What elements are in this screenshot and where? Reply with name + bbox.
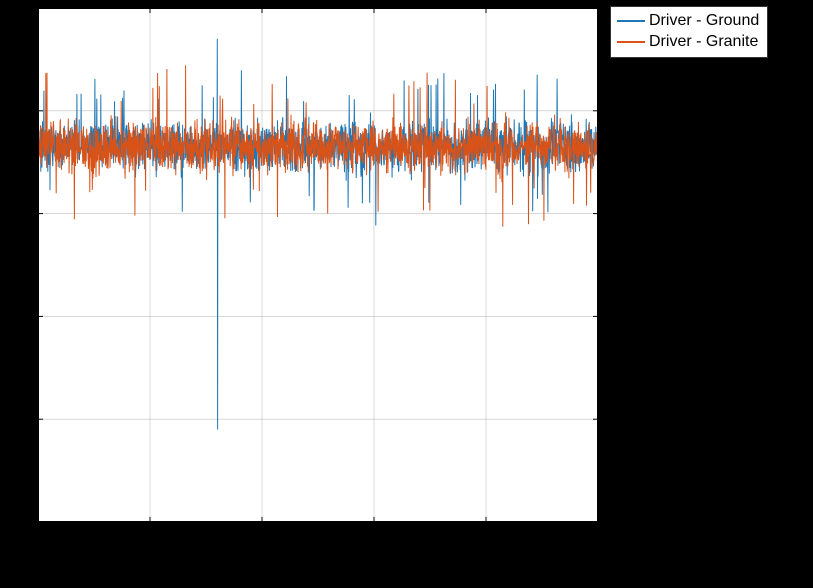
legend-entry: Driver - Ground <box>617 11 759 32</box>
series-line <box>38 39 598 430</box>
legend-label: Driver - Granite <box>649 32 758 53</box>
legend-label: Driver - Ground <box>649 11 759 32</box>
chart-plot-area <box>38 8 598 522</box>
chart-legend: Driver - GroundDriver - Granite <box>610 6 768 58</box>
legend-swatch <box>617 20 645 22</box>
legend-swatch <box>617 41 645 43</box>
chart-axes <box>38 8 598 522</box>
series-line <box>38 65 598 227</box>
legend-entry: Driver - Granite <box>617 32 759 53</box>
figure: Driver - GroundDriver - Granite <box>0 0 813 588</box>
